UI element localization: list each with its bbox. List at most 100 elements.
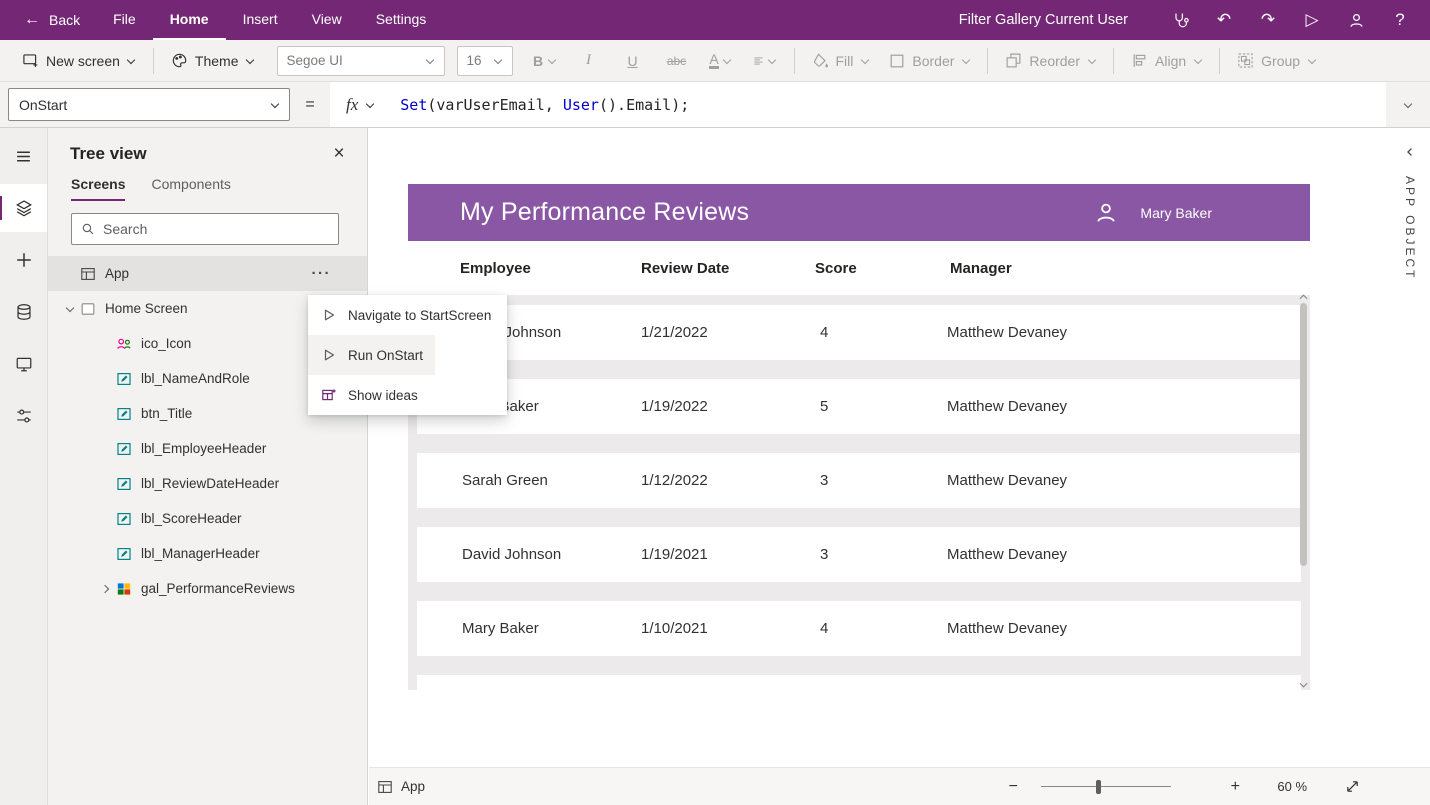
context-menu-item-label: Show ideas [348, 387, 418, 403]
font-size-select[interactable]: 16 [456, 45, 513, 76]
fit-to-window-icon[interactable] [1345, 779, 1360, 794]
app-preview-title: My Performance Reviews [460, 198, 750, 226]
menu-view[interactable]: View [295, 0, 359, 40]
gallery-row[interactable]: Mary Baker1/19/20225Matthew Devaney [417, 379, 1301, 434]
chevron-down-icon [1307, 56, 1316, 65]
tree-item-label: App [105, 266, 130, 281]
close-icon[interactable]: × [327, 142, 351, 166]
preview-play-icon[interactable]: ▷ [1290, 0, 1334, 40]
tab-screens[interactable]: Screens [71, 176, 126, 201]
scroll-up-icon[interactable] [1299, 294, 1308, 300]
theme-button[interactable]: Theme [161, 45, 265, 77]
formula-input[interactable]: Set(varUserEmail, User().Email); [388, 96, 689, 114]
gallery-row[interactable]: Sarah Green 1/12/2022 3 Matthew Devaney [417, 453, 1301, 508]
label-icon [116, 511, 140, 527]
context-menu-item-label: Run OnStart [348, 347, 424, 363]
tab-components[interactable]: Components [151, 176, 230, 201]
app-object-strip[interactable]: APP OBJECT [1390, 146, 1430, 280]
menu-settings[interactable]: Settings [359, 0, 444, 40]
context-menu: Navigate to StartScreen Run OnStart Show i… [308, 295, 507, 415]
advanced-tools-icon[interactable] [0, 392, 47, 440]
col-review-date: Review Date [641, 259, 730, 277]
back-arrow-icon: ← [24, 11, 40, 28]
context-menu-item-2[interactable]: Show ideas [308, 375, 430, 415]
menu-home[interactable]: Home [152, 0, 226, 40]
chevron-down-icon [547, 56, 556, 65]
chevron-down-icon [768, 56, 777, 65]
align-button[interactable]: Align [1121, 45, 1212, 77]
font-color-button[interactable]: A [699, 45, 743, 77]
reorder-button[interactable]: Reorder [995, 45, 1106, 77]
gallery-row-partial[interactable] [417, 675, 1301, 690]
tree-item-label: Home Screen [105, 301, 188, 316]
share-person-icon[interactable] [1334, 0, 1378, 40]
tree-item-lbl_ManagerHeader[interactable]: lbl_ManagerHeader [48, 536, 367, 571]
score-cell: 3 [820, 472, 829, 489]
gallery-scrollbar[interactable] [1298, 294, 1308, 688]
scroll-down-icon[interactable] [1299, 682, 1308, 688]
gallery-row[interactable]: David Johnson 1/19/2021 3 Matthew Devaney [417, 527, 1301, 582]
app-preview[interactable]: My Performance Reviews Mary Baker Employ… [408, 184, 1310, 690]
tree-item-App[interactable]: App ··· [48, 256, 367, 291]
back-button[interactable]: ← Back [0, 0, 96, 40]
zoom-out-button[interactable]: − [1003, 778, 1023, 796]
fill-button[interactable]: Fill [802, 45, 880, 77]
group-button[interactable]: Group [1227, 45, 1326, 77]
app-checker-stethoscope-icon[interactable] [1158, 0, 1202, 40]
app-preview-header: My Performance Reviews Mary Baker [408, 184, 1310, 241]
property-select[interactable]: OnStart [8, 88, 290, 121]
zoom-slider[interactable] [1041, 779, 1172, 795]
tree-item-lbl_ReviewDateHeader[interactable]: lbl_ReviewDateHeader [48, 466, 367, 501]
media-icon[interactable] [0, 340, 47, 388]
fx-dropdown[interactable]: fx [330, 95, 388, 115]
more-options-icon[interactable]: ··· [312, 265, 332, 282]
app-object-label[interactable]: APP OBJECT [1403, 176, 1417, 280]
col-manager: Manager [950, 259, 1012, 277]
tree-item-label: lbl_ManagerHeader [141, 546, 260, 561]
search-input[interactable] [103, 221, 329, 237]
context-menu-item-0[interactable]: Navigate to StartScreen [308, 295, 503, 335]
italic-button[interactable]: I [567, 45, 611, 77]
undo-icon[interactable]: ↶ [1202, 0, 1246, 40]
chevron-left-icon[interactable] [1404, 146, 1416, 158]
tree-item-lbl_ScoreHeader[interactable]: lbl_ScoreHeader [48, 501, 367, 536]
tree-view-icon[interactable] [0, 184, 47, 232]
scrollbar-thumb[interactable] [1299, 303, 1307, 566]
zoom-in-button[interactable]: + [1225, 778, 1245, 796]
manager-cell: Matthew Devaney [947, 398, 1068, 415]
chevron-down-icon[interactable] [60, 304, 80, 313]
menu-file[interactable]: File [96, 0, 153, 40]
border-button[interactable]: Border [879, 45, 980, 77]
formula-bar: OnStart = fx Set(varUserEmail, User().Em… [0, 82, 1430, 128]
bold-button[interactable]: B [523, 45, 567, 77]
hamburger-menu-icon[interactable] [0, 132, 47, 180]
insert-icon[interactable] [0, 236, 47, 284]
app-icon [378, 780, 392, 793]
zoom-slider-thumb[interactable] [1095, 779, 1101, 794]
strikethrough-button[interactable]: abc [655, 45, 699, 77]
app-title: Filter Gallery Current User [958, 12, 1128, 28]
new-screen-button[interactable]: New screen [12, 45, 146, 77]
gallery-row[interactable]: Mary Baker 1/10/2021 4 Matthew Devaney [417, 601, 1301, 656]
font-family-select[interactable]: Segoe UI [276, 45, 445, 76]
data-icon[interactable] [0, 288, 47, 336]
tree-view-panel: Tree view × Screens Components App ··· Hom… [48, 128, 368, 805]
redo-icon[interactable]: ↷ [1246, 0, 1290, 40]
chevron-down-icon [127, 56, 136, 65]
underline-button[interactable]: U [611, 45, 655, 77]
tree-item-label: lbl_NameAndRole [141, 371, 250, 386]
context-menu-item-1[interactable]: Run OnStart [308, 335, 436, 375]
text-align-button[interactable] [743, 45, 787, 77]
menu-insert[interactable]: Insert [226, 0, 295, 40]
tree-item-label: gal_PerformanceReviews [141, 581, 295, 596]
help-icon[interactable]: ? [1378, 0, 1422, 40]
score-cell: 3 [820, 546, 829, 563]
tree-item-lbl_EmployeeHeader[interactable]: lbl_EmployeeHeader [48, 431, 367, 466]
tree-item-gal_PerformanceReviews[interactable]: gal_PerformanceReviews [48, 571, 367, 606]
tree-item-label: lbl_ReviewDateHeader [141, 476, 280, 491]
formula-bar-expand-button[interactable] [1386, 82, 1430, 127]
zoom-slider-track[interactable] [1041, 786, 1172, 787]
gallery-row[interactable]: David Johnson 1/21/2022 4 Matthew Devaney [417, 305, 1301, 360]
chevron-right-icon[interactable] [96, 584, 116, 593]
selected-object-indicator[interactable]: App [377, 779, 425, 795]
